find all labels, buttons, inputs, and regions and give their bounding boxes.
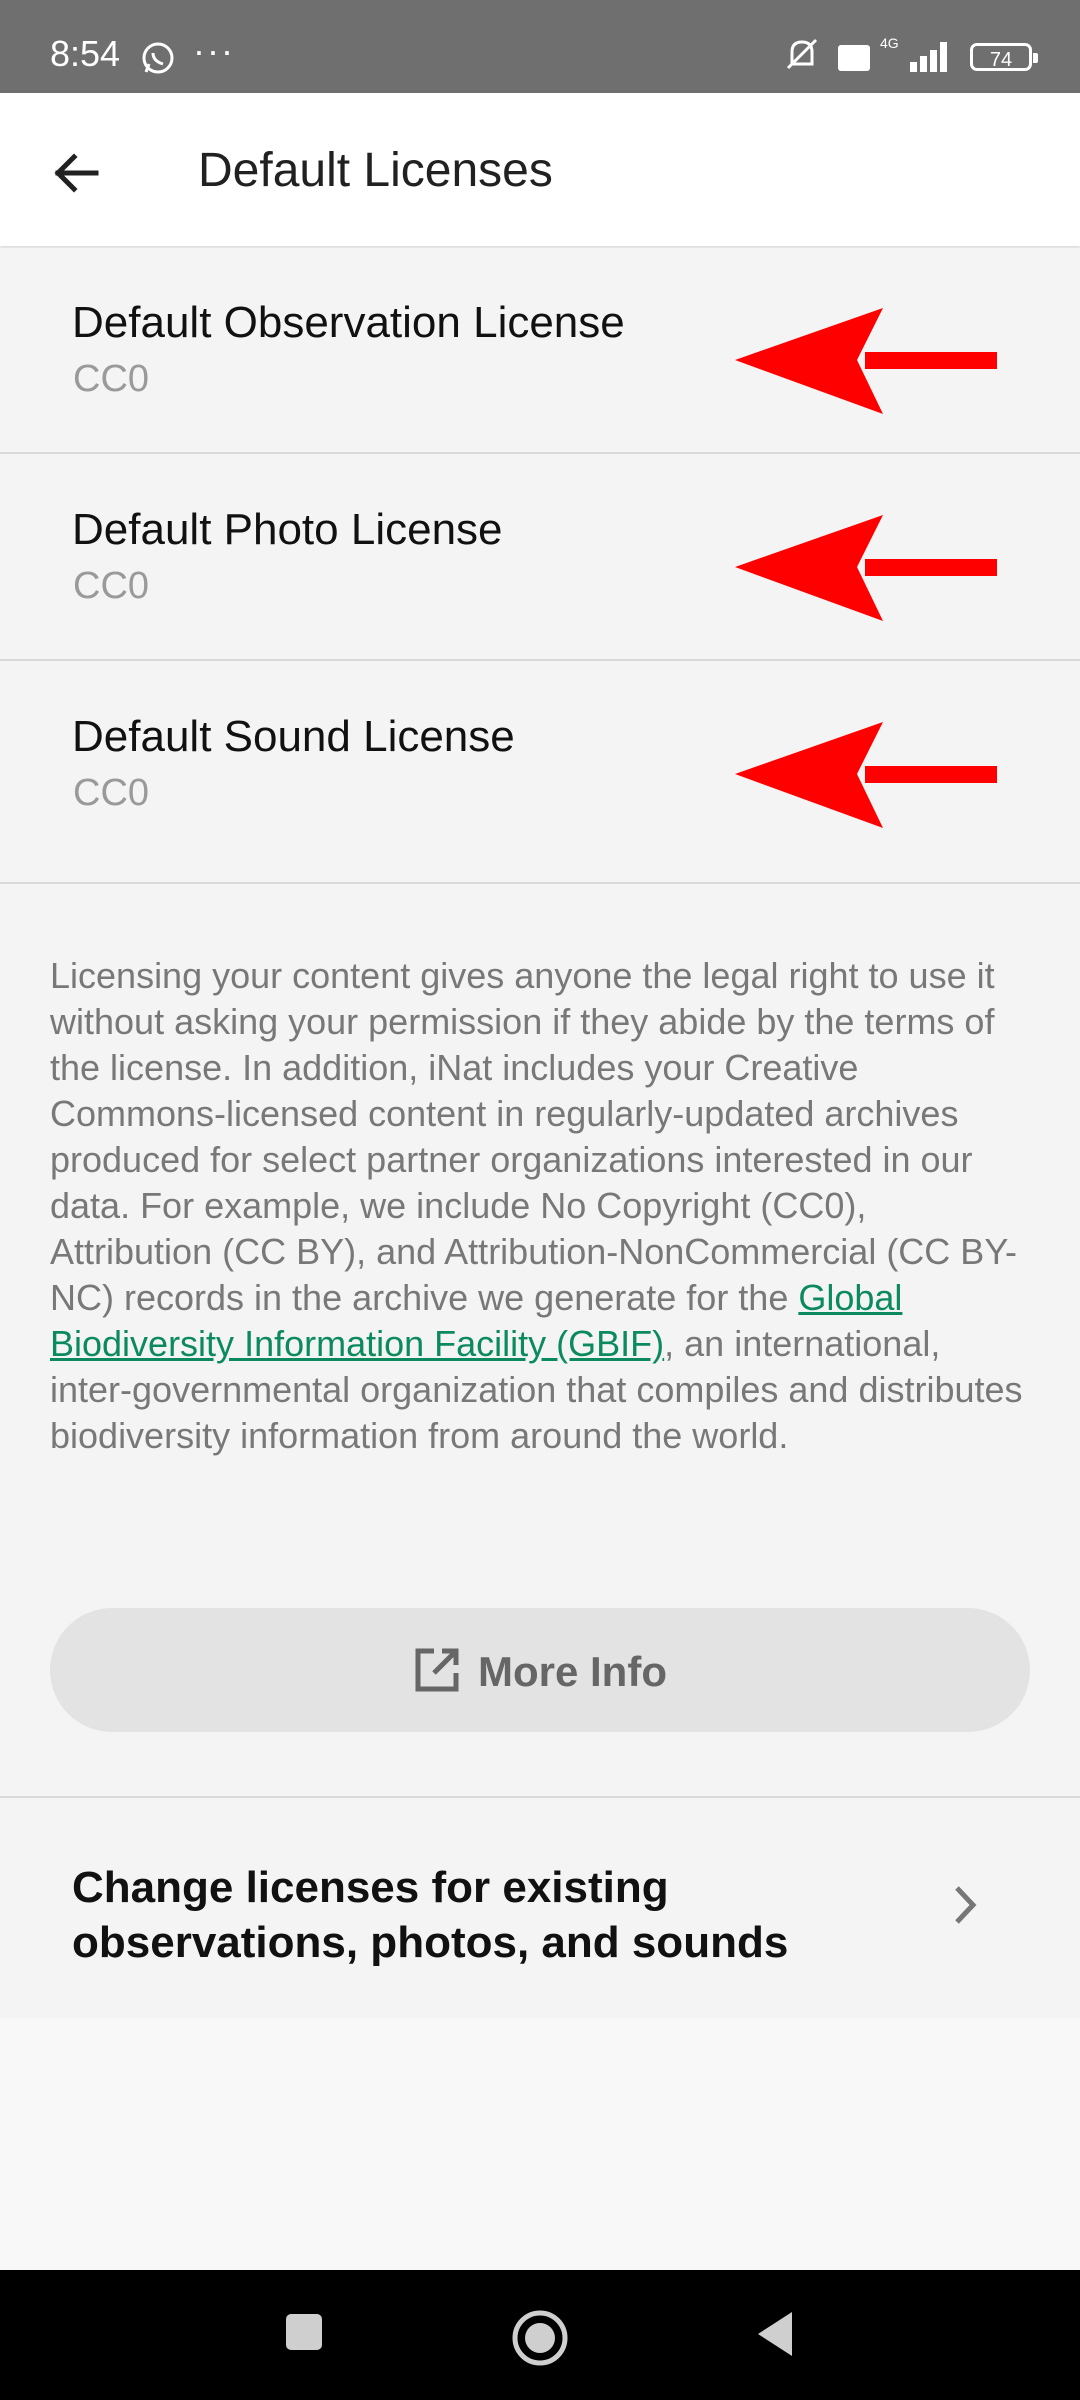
license-row-photo[interactable]: Default Photo License CC0 (0, 455, 1080, 661)
license-row-sound[interactable]: Default Sound License CC0 (0, 662, 1080, 884)
back-button[interactable] (36, 133, 116, 213)
app-bar: Default Licenses (0, 93, 1080, 246)
recent-apps-icon[interactable] (282, 2308, 326, 2358)
chevron-right-icon (955, 1886, 977, 1924)
network-type: 4G (880, 35, 899, 51)
whatsapp-icon (140, 40, 176, 81)
battery-icon: 74 (970, 43, 1038, 71)
red-arrow-icon (735, 515, 997, 621)
change-licenses-row[interactable]: Change licenses for existing observation… (0, 1798, 1080, 2018)
signal-icon: 4G (880, 34, 960, 79)
license-title: Default Photo License (72, 505, 503, 554)
license-title: Default Sound License (72, 712, 515, 761)
more-info-button[interactable]: More Info (50, 1608, 1030, 1732)
info-text-part1: Licensing your content gives anyone the … (50, 955, 1018, 1318)
open-in-new-icon (415, 1648, 459, 1692)
back-triangle-icon[interactable] (752, 2308, 802, 2360)
license-value: CC0 (73, 565, 150, 607)
more-info-label: More Info (478, 1648, 667, 1695)
page-title: Default Licenses (198, 144, 553, 197)
empty-area (0, 2018, 1080, 2270)
change-licenses-label: Change licenses for existing observation… (72, 1863, 789, 1967)
license-value: CC0 (73, 358, 150, 400)
home-icon[interactable] (510, 2308, 570, 2368)
license-title: Default Observation License (72, 298, 625, 347)
status-time: 8:54 (50, 33, 121, 74)
red-arrow-icon (735, 308, 997, 414)
license-info-text: Licensing your content gives anyone the … (50, 953, 1030, 1459)
volte-icon (837, 44, 871, 77)
license-value: CC0 (73, 772, 150, 814)
arrow-left-icon (54, 153, 99, 193)
silent-bell-icon (780, 34, 824, 79)
system-nav-bar (0, 2270, 1080, 2400)
more-notifications-icon: ··· (193, 30, 235, 71)
license-row-observation[interactable]: Default Observation License CC0 (0, 248, 1080, 454)
red-arrow-icon (735, 722, 997, 828)
status-bar: 8:54 ··· 4G 74 (0, 0, 1080, 93)
